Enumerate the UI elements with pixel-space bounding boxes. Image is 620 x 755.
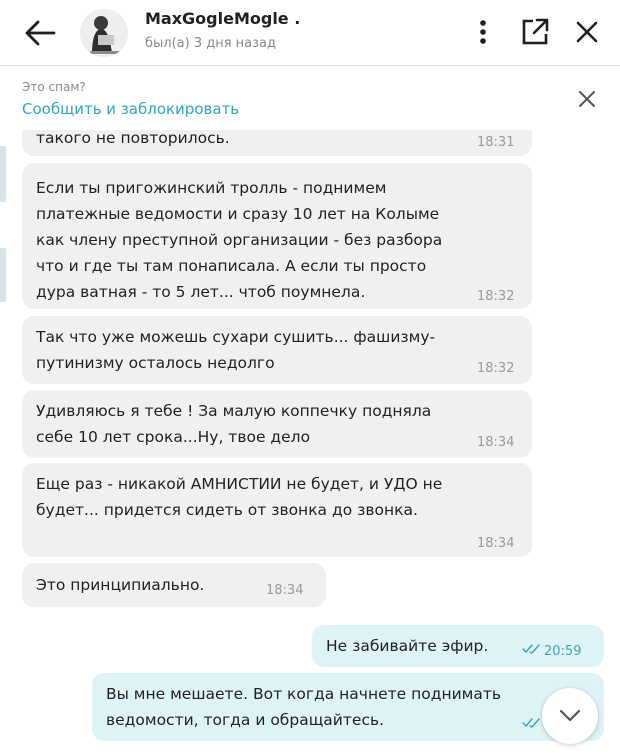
chevron-down-icon — [559, 709, 581, 722]
message-bubble[interactable]: Еще раз - никакой АМНИСТИИ не будет, и У… — [22, 463, 532, 557]
scroll-to-bottom-button[interactable] — [542, 688, 598, 744]
close-icon — [579, 91, 595, 107]
close-chat-button[interactable] — [570, 15, 604, 49]
report-and-block-link[interactable]: Сообщить и заблокировать — [22, 100, 239, 118]
message-bubble[interactable]: Это принципиально. 18:34 — [22, 563, 326, 607]
last-seen-status: был(а) 3 дня назад — [145, 36, 277, 51]
menu-button[interactable] — [466, 15, 500, 49]
double-check-icon — [522, 644, 540, 654]
contact-name[interactable]: MaxGogleMogle . — [145, 9, 300, 28]
arrow-left-icon — [25, 20, 56, 46]
message-bubble-outgoing[interactable]: Вы мне мешаете. Вот когда начнете подним… — [92, 673, 604, 741]
message-text: Если ты пригожинский тролль - поднимем п… — [36, 179, 443, 301]
message-bubble-outgoing[interactable]: Не забивайте эфир. 20:59 — [312, 625, 604, 667]
dots-vertical-icon — [480, 20, 486, 44]
open-external-icon — [522, 18, 549, 45]
open-in-window-button[interactable] — [518, 15, 552, 49]
message-bubble[interactable]: такого не повторилось. 18:31 — [22, 130, 532, 156]
spam-banner: Это спам? Сообщить и заблокировать — [0, 66, 620, 130]
list-edge — [0, 248, 6, 302]
message-bubble[interactable]: Так что уже можешь сухари сушить... фаши… — [22, 316, 532, 384]
message-text: Удивляюсь я тебе ! За малую коппечку под… — [36, 402, 432, 446]
message-text: Вы мне мешаете. Вот когда начнете подним… — [106, 685, 502, 729]
message-text: Так что уже можешь сухари сушить... фаши… — [36, 328, 436, 372]
message-bubble[interactable]: Удивляюсь я тебе ! За малую коппечку под… — [22, 390, 532, 458]
double-check-icon — [522, 718, 540, 728]
message-time: 18:31 — [477, 135, 515, 150]
dismiss-spam-banner-button[interactable] — [574, 86, 600, 112]
close-icon — [576, 21, 598, 43]
message-time: 18:34 — [477, 536, 515, 551]
message-time: 18:34 — [266, 583, 304, 598]
avatar[interactable] — [80, 9, 128, 57]
list-edge — [0, 146, 6, 202]
back-button[interactable] — [22, 17, 58, 49]
message-bubble[interactable]: Если ты пригожинский тролль - поднимем п… — [22, 163, 532, 309]
chat-header: MaxGogleMogle . был(а) 3 дня назад — [0, 0, 620, 66]
message-time: 18:32 — [477, 289, 515, 304]
message-time: 18:34 — [477, 435, 515, 450]
message-list[interactable]: такого не повторилось. 18:31 Если ты при… — [0, 130, 620, 755]
message-text: такого не повторилось. — [36, 130, 230, 147]
message-time: 18:32 — [477, 361, 515, 376]
message-text: Не забивайте эфир. — [326, 637, 489, 655]
message-time: 20:59 — [544, 644, 582, 659]
spam-question: Это спам? — [22, 80, 86, 94]
message-text: Это принципиально. — [36, 576, 205, 594]
message-text: Еще раз - никакой АМНИСТИИ не будет, и У… — [36, 475, 443, 519]
